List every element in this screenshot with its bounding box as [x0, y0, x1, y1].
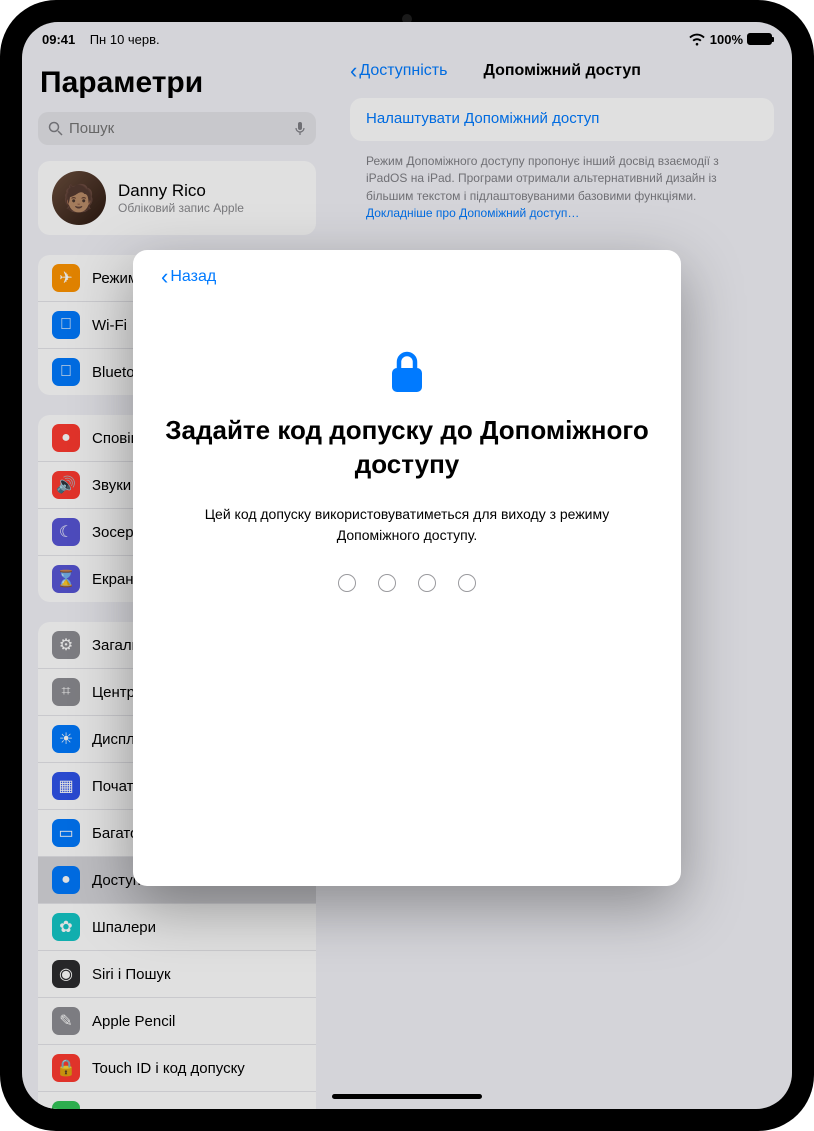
- profile-subtitle: Обліковий запис Apple: [118, 201, 244, 215]
- app-icon: ✎: [52, 1007, 80, 1035]
- learn-more-link[interactable]: Докладніше про Допоміжний доступ…: [366, 206, 579, 220]
- assistive-description: Режим Допоміжного доступу пропонує інший…: [350, 149, 774, 227]
- sidebar-item-label: Apple Pencil: [92, 1013, 175, 1030]
- status-left: 09:41 Пн 10 черв.: [42, 32, 160, 47]
- passcode-dot: [458, 574, 476, 592]
- passcode-dots[interactable]: [161, 574, 653, 592]
- sidebar-item-label: Акумулятор: [92, 1107, 174, 1110]
- sidebar-item-label: Touch ID і код допуску: [92, 1060, 245, 1077]
- app-icon: 􀙇: [52, 311, 80, 339]
- status-time: 09:41: [42, 32, 75, 47]
- sidebar-item-label: Siri і Пошук: [92, 966, 171, 983]
- sidebar-item-label: Wi-Fi: [92, 317, 127, 334]
- status-right: 100%: [688, 32, 772, 47]
- page-title: Параметри: [40, 66, 314, 100]
- passcode-dot: [338, 574, 356, 592]
- lock-icon: [388, 350, 426, 396]
- sidebar-item[interactable]: ✎ Apple Pencil: [38, 997, 316, 1044]
- battery-percent: 100%: [710, 32, 743, 47]
- sidebar-item[interactable]: ▮ Акумулятор: [38, 1091, 316, 1109]
- sidebar-item-label: Шпалери: [92, 919, 156, 936]
- app-icon: ☀︎: [52, 725, 80, 753]
- wifi-icon: [688, 33, 706, 46]
- passcode-dot: [418, 574, 436, 592]
- back-label: Доступність: [359, 62, 447, 80]
- setup-link-label: Налаштувати Допоміжний доступ: [366, 110, 758, 127]
- setup-assistive-access[interactable]: Налаштувати Допоміжний доступ: [350, 98, 774, 141]
- passcode-dot: [378, 574, 396, 592]
- mic-icon[interactable]: [294, 121, 306, 137]
- app-icon: ✿: [52, 913, 80, 941]
- detail-title: Допоміжний доступ: [483, 62, 640, 80]
- home-indicator[interactable]: [332, 1094, 482, 1099]
- screen: 09:41 Пн 10 черв. 100% Параметри 🧑🏽 Dann…: [22, 22, 792, 1109]
- modal-description: Цей код допуску використовуватиметься дл…: [161, 504, 653, 546]
- app-icon: ●: [52, 424, 80, 452]
- back-button-accessibility[interactable]: ‹ Доступність: [350, 58, 447, 84]
- ipad-frame: 09:41 Пн 10 черв. 100% Параметри 🧑🏽 Dann…: [0, 0, 814, 1131]
- search-input[interactable]: [69, 120, 288, 137]
- app-icon: 🔊: [52, 471, 80, 499]
- avatar: 🧑🏽: [52, 171, 106, 225]
- app-icon: ▭: [52, 819, 80, 847]
- sidebar-item[interactable]: 🔒 Touch ID і код допуску: [38, 1044, 316, 1091]
- modal-back-button[interactable]: ‹ Назад: [161, 264, 653, 290]
- app-icon: ⚙︎: [52, 631, 80, 659]
- sidebar-item[interactable]: ◉ Siri і Пошук: [38, 950, 316, 997]
- profile-name: Danny Rico: [118, 181, 244, 201]
- modal-back-label: Назад: [170, 268, 216, 286]
- app-icon: ●: [52, 866, 80, 894]
- status-date: Пн 10 черв.: [90, 32, 160, 47]
- search-field[interactable]: [38, 112, 316, 145]
- status-bar: 09:41 Пн 10 черв. 100%: [22, 22, 792, 50]
- app-icon: ⌛: [52, 565, 80, 593]
- modal-title: Задайте код допуску до Допоміжного досту…: [161, 414, 653, 482]
- profile-card[interactable]: 🧑🏽 Danny Rico Обліковий запис Apple: [38, 161, 316, 235]
- app-icon: 􀖀: [52, 358, 80, 386]
- app-icon: ▮: [52, 1101, 80, 1109]
- app-icon: ☾: [52, 518, 80, 546]
- chevron-left-icon: ‹: [161, 264, 168, 290]
- app-icon: ▦: [52, 772, 80, 800]
- chevron-left-icon: ‹: [350, 58, 357, 84]
- search-icon: [48, 121, 63, 136]
- app-icon: ⌗: [52, 678, 80, 706]
- app-icon: 🔒: [52, 1054, 80, 1082]
- battery-icon: [747, 33, 772, 45]
- app-icon: ✈︎: [52, 264, 80, 292]
- sidebar-item[interactable]: ✿ Шпалери: [38, 903, 316, 950]
- sidebar-item-label: Звуки: [92, 477, 131, 494]
- app-icon: ◉: [52, 960, 80, 988]
- passcode-modal: ‹ Назад Задайте код допуску до Допоміжно…: [133, 250, 681, 886]
